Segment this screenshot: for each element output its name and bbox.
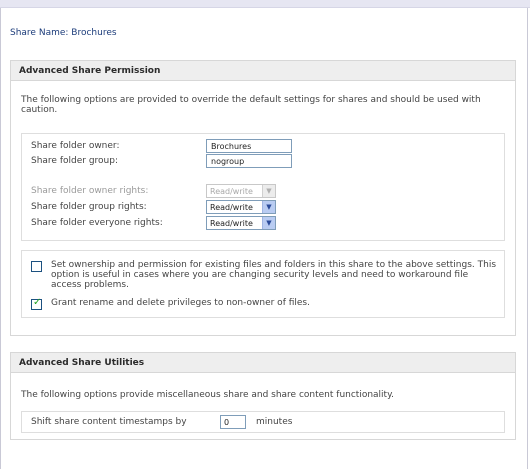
- group-label: Share folder group:: [31, 156, 118, 166]
- chevron-down-icon[interactable]: ▼: [262, 217, 275, 229]
- section-title: Advanced Share Utilities: [11, 353, 515, 373]
- shift-unit-label: minutes: [256, 417, 293, 427]
- owner-rights-select: Read/write ▼: [206, 184, 276, 198]
- shift-timestamps-label: Shift share content timestamps by: [31, 417, 187, 427]
- group-input[interactable]: [206, 154, 292, 168]
- owner-rights-label: Share folder owner rights:: [31, 186, 149, 196]
- permission-description: The following options are provided to ov…: [21, 95, 481, 115]
- grant-rename-label: Grant rename and delete privileges to no…: [51, 298, 310, 308]
- owner-label: Share folder owner:: [31, 141, 120, 151]
- group-rights-label: Share folder group rights:: [31, 202, 147, 212]
- top-bar: [0, 0, 530, 8]
- section-title: Advanced Share Permission: [11, 61, 515, 81]
- owner-rights-value: Read/write: [210, 187, 253, 196]
- set-ownership-label: Set ownership and permission for existin…: [51, 260, 497, 290]
- everyone-rights-select[interactable]: Read/write ▼: [206, 216, 276, 230]
- shift-minutes-input[interactable]: [220, 415, 246, 429]
- advanced-share-utilities-section: Advanced Share Utilities The following o…: [10, 352, 516, 440]
- everyone-rights-label: Share folder everyone rights:: [31, 218, 163, 228]
- set-ownership-checkbox[interactable]: [31, 261, 42, 272]
- share-name-prefix: Share Name:: [10, 28, 69, 38]
- chevron-down-icon: ▼: [262, 185, 275, 197]
- utilities-description: The following options provide miscellane…: [21, 390, 394, 400]
- group-rights-select[interactable]: Read/write ▼: [206, 200, 276, 214]
- everyone-rights-value: Read/write: [210, 219, 253, 228]
- advanced-share-permission-section: Advanced Share Permission The following …: [10, 60, 516, 336]
- grant-rename-checkbox[interactable]: ✓: [31, 297, 42, 310]
- owner-input[interactable]: [206, 139, 292, 153]
- group-rights-value: Read/write: [210, 203, 253, 212]
- share-name-value: Brochures: [71, 28, 117, 38]
- chevron-down-icon[interactable]: ▼: [262, 201, 275, 213]
- share-name-heading: Share Name: Brochures: [10, 28, 117, 38]
- timestamp-shift-panel: Shift share content timestamps by minute…: [21, 411, 505, 433]
- permission-settings-panel: Share folder owner: Share folder group: …: [21, 133, 505, 241]
- ownership-options-panel: Set ownership and permission for existin…: [21, 250, 505, 318]
- checkmark-icon: ✓: [33, 297, 42, 308]
